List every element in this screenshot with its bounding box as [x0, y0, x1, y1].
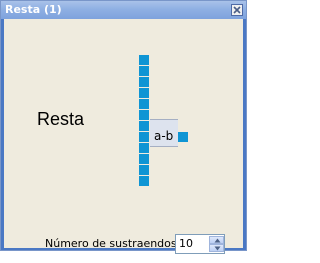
arrow-up-icon	[214, 238, 221, 243]
input-port[interactable]	[139, 176, 149, 186]
input-port[interactable]	[139, 132, 149, 142]
input-port[interactable]	[139, 154, 149, 164]
resta-window: Resta (1) Resta a-b Número de sustraendo…	[0, 0, 247, 254]
block-label: Resta	[37, 109, 85, 129]
title-bar[interactable]: Resta (1)	[1, 1, 246, 19]
input-port[interactable]	[139, 165, 149, 175]
close-icon	[233, 6, 241, 14]
input-port[interactable]	[139, 121, 149, 131]
input-port[interactable]	[139, 88, 149, 98]
input-port[interactable]	[139, 55, 149, 65]
spinner-up-button[interactable]	[209, 236, 224, 244]
spinner-down-button[interactable]	[209, 244, 224, 252]
output-port[interactable]	[178, 132, 188, 142]
input-port[interactable]	[139, 77, 149, 87]
window-client-area: Resta a-b Número de sustraendos: 10	[4, 19, 243, 254]
subtrahend-count-spinner[interactable]: 10	[175, 234, 225, 254]
input-port[interactable]	[139, 110, 149, 120]
spinner-value[interactable]: 10	[179, 237, 193, 251]
close-button[interactable]	[231, 4, 243, 16]
subtrahend-count-label: Número de sustraendos:	[45, 237, 181, 250]
arrow-down-icon	[214, 246, 221, 251]
input-port[interactable]	[139, 66, 149, 76]
operator-label: a-b	[154, 129, 174, 143]
input-port[interactable]	[139, 143, 149, 153]
window-title: Resta (1)	[5, 3, 62, 16]
input-port[interactable]	[139, 99, 149, 109]
